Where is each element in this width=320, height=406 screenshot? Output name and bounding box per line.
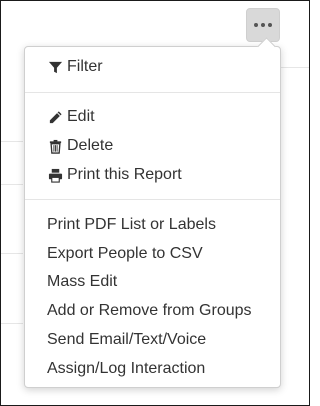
menu-divider <box>25 199 280 200</box>
table-divider <box>1 184 23 185</box>
menu-item-delete[interactable]: Delete <box>25 132 280 160</box>
menu-item-label: Print this Report <box>67 166 182 183</box>
menu-item-label: Export People to CSV <box>47 245 203 262</box>
menu-item-send-message[interactable]: Send Email/Text/Voice <box>25 326 280 354</box>
menu-item-print-report[interactable]: Print this Report <box>25 161 280 189</box>
menu-item-print-pdf[interactable]: Print PDF List or Labels <box>25 211 280 239</box>
menu-item-label: Mass Edit <box>47 273 118 290</box>
menu-item-add-remove-groups[interactable]: Add or Remove from Groups <box>25 297 280 325</box>
menu-item-export-csv[interactable]: Export People to CSV <box>25 240 280 268</box>
table-divider <box>281 67 309 68</box>
trash-icon <box>47 138 63 154</box>
menu-item-label: Print PDF List or Labels <box>47 216 216 233</box>
filter-icon <box>47 59 63 75</box>
menu-item-label: Edit <box>67 108 95 125</box>
menu-item-label: Delete <box>67 137 114 154</box>
menu-item-edit[interactable]: Edit <box>25 103 280 131</box>
ellipsis-icon <box>254 23 258 27</box>
table-divider <box>1 141 23 142</box>
menu-item-filter[interactable]: Filter <box>25 53 280 81</box>
menu-item-assign-interaction[interactable]: Assign/Log Interaction <box>25 355 280 383</box>
menu-item-label: Send Email/Text/Voice <box>47 331 207 348</box>
printer-icon <box>47 167 63 183</box>
table-divider <box>1 323 23 324</box>
menu-divider <box>25 92 280 93</box>
table-divider <box>1 253 23 254</box>
menu-item-label: Filter <box>67 58 103 75</box>
menu-item-label: Add or Remove from Groups <box>47 302 252 319</box>
menu-item-mass-edit[interactable]: Mass Edit <box>25 268 280 296</box>
menu-item-label: Assign/Log Interaction <box>47 360 206 377</box>
window-frame: Filter Edit Delete Print this Report Pri… <box>0 0 310 406</box>
more-options-button[interactable] <box>246 8 280 42</box>
pencil-icon <box>47 109 63 125</box>
actions-dropdown-menu: Filter Edit Delete Print this Report Pri… <box>24 37 281 388</box>
